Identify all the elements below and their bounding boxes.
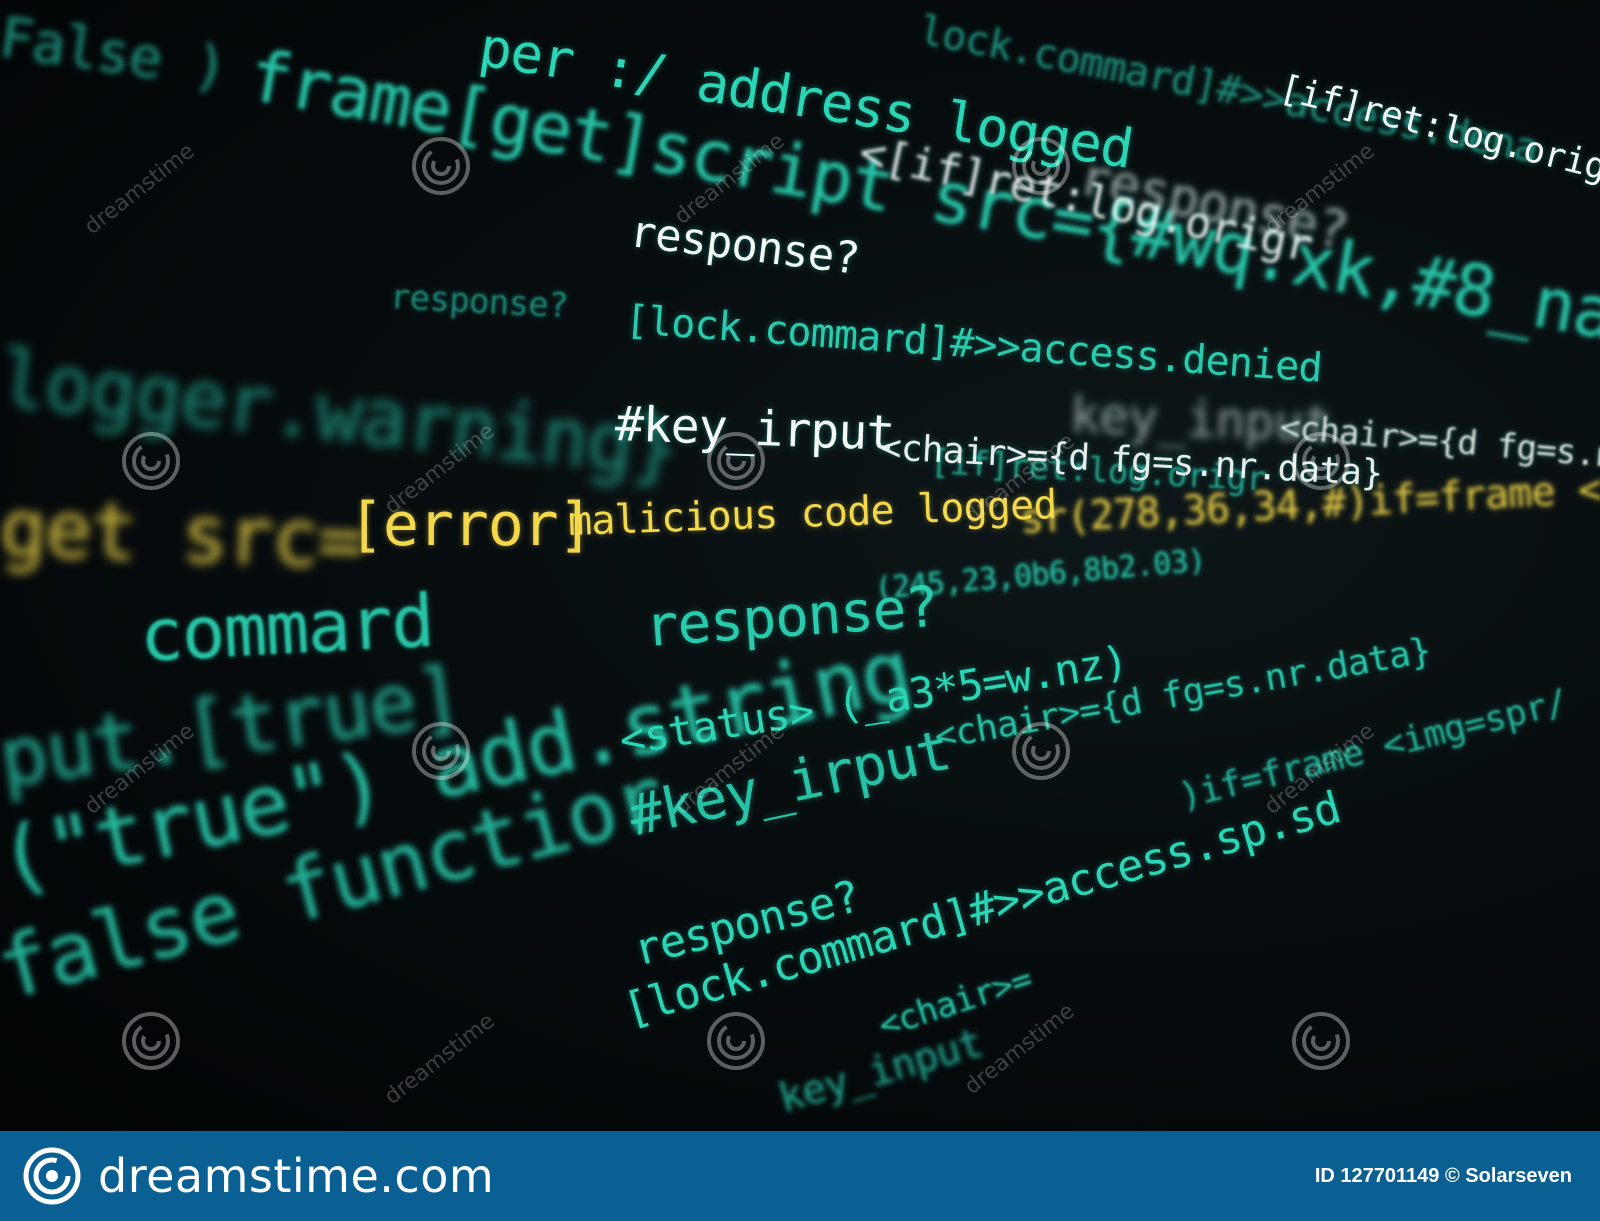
- brand[interactable]: dreamstime.com: [22, 1146, 494, 1206]
- code-fragment: (245,23,0b6,8b2.03): [873, 543, 1208, 607]
- swirl-icon: [1012, 137, 1070, 195]
- swirl-icon: [707, 1012, 765, 1070]
- swirl-icon: [122, 432, 180, 490]
- code-fragment: logger.warning}: [0, 334, 682, 495]
- code-fragment: key_input: [773, 1020, 988, 1123]
- swirl-icon: [412, 137, 470, 195]
- swirl-icon: [707, 432, 765, 490]
- code-fragment: [lock.commard]#>>access.denied: [623, 297, 1324, 392]
- code-fragment: response?: [626, 206, 862, 285]
- swirl-icon: [1292, 1012, 1350, 1070]
- code-fragment: response?: [388, 277, 569, 327]
- image-credit: ID 127701149 © Solarseven: [1314, 1164, 1572, 1187]
- swirl-icon: [1292, 432, 1350, 490]
- dreamstime-swirl-logo-icon: [23, 1147, 81, 1205]
- swirl-icon: [1012, 722, 1070, 780]
- code-photo-scene: False ) per :/ address logged frame[get]sc…: [0, 0, 1600, 1131]
- footer-bar: dreamstime.com ID 127701149 © Solarseven: [0, 1131, 1600, 1221]
- watermark-text: dreamstime: [380, 1008, 500, 1110]
- swirl-icon: [412, 722, 470, 780]
- swirl-icon: [122, 1012, 180, 1070]
- watermark-text: dreamstime: [80, 138, 200, 240]
- code-fragment: get src=: [0, 484, 365, 587]
- code-fragment: False ): [0, 5, 231, 102]
- brand-name: dreamstime.com: [98, 1149, 495, 1203]
